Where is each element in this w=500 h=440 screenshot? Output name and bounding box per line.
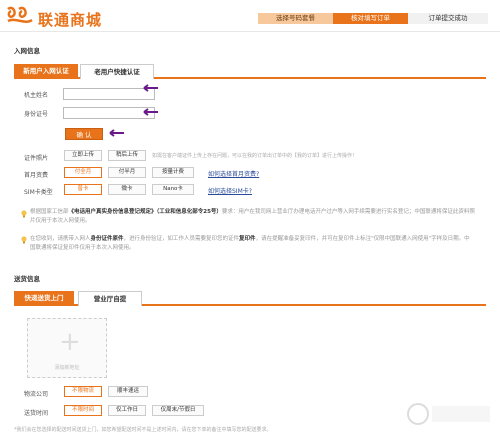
notice-highlight: 复印件 [239, 236, 256, 242]
network-section-title: 入网信息 [14, 47, 40, 55]
arrow-pointer-icon [143, 84, 158, 92]
notice-text: 根据国家工信部 [30, 209, 69, 215]
photo-hint: 如需在客户端证件上传上存在问题，可以在我的订单出订单中的【我的订单】进行上传操作… [152, 153, 358, 159]
upload-later-button[interactable]: 稍后上传 [108, 150, 146, 161]
notice-text: ，进行身份验证，如工作人员需要复印您的证件 [123, 236, 240, 242]
order-steps: 选择号码套餐 核对填写订单 订单提交成功 [258, 13, 488, 24]
workdays-option[interactable]: 仅工作日 [108, 405, 146, 416]
tab-home-delivery[interactable]: 快递送货上门 [14, 291, 74, 306]
lightbulb-icon [21, 210, 27, 218]
notice-text: 在您收到，请携带入网人 [30, 236, 91, 242]
upload-now-button[interactable]: 立即上传 [64, 150, 102, 161]
delivery-section-title: 送货信息 [14, 275, 40, 283]
first-month-label: 首月资费 [24, 172, 49, 179]
network-tabbar: 新用户入网认证 老用户快捷认证 [14, 64, 486, 79]
owner-name-label: 机主姓名 [24, 92, 49, 99]
tab-new-user[interactable]: 新用户入网认证 [14, 64, 78, 79]
pay-per-use-option[interactable]: 按量计费 [152, 167, 194, 178]
arrow-pointer-icon [143, 108, 158, 116]
sim-nano-option[interactable]: Nano卡 [152, 184, 194, 195]
sim-micro-option[interactable]: 微卡 [108, 184, 146, 195]
notice-id-original: 在您收到，请携带入网人身份证件原件，进行身份验证，如工作人员需要复印您的证件复印… [30, 235, 475, 253]
notice-real-name: 根据国家工信部《电话用户真实身份信息登记规定》（工业和信息化部令25号）要求：用… [30, 208, 475, 226]
plus-icon: + [59, 327, 81, 357]
sf-express-option[interactable]: 顺丰速运 [108, 386, 148, 397]
tab-existing-user[interactable]: 老用户快捷认证 [80, 64, 154, 79]
delivery-time-label: 送货时间 [24, 410, 49, 417]
watermark-logo-icon [407, 403, 490, 425]
header: 联通商城 选择号码套餐 核对填写订单 订单提交成功 [0, 0, 500, 32]
step-3: 订单提交成功 [408, 13, 488, 24]
add-address-box[interactable]: + 添加新地址 [27, 318, 107, 378]
delivery-note: *我们会在您选择的配送时间送货上门，如您希望配送时间不是上述时间内，请在您下单的… [14, 427, 272, 433]
arrow-pointer-icon [109, 129, 124, 137]
any-time-option[interactable]: 不限时间 [64, 405, 102, 416]
weekends-option[interactable]: 仅周末/节假日 [152, 405, 204, 416]
id-number-label: 身份证号 [24, 111, 49, 118]
logistics-label: 物流公司 [24, 391, 49, 398]
lightbulb-icon [21, 236, 27, 244]
photo-label: 证件照片 [24, 155, 49, 162]
logo-text[interactable]: 联通商城 [38, 9, 102, 30]
notice-highlight: 《电话用户真实身份信息登记规定》（工业和信息化部令25号） [68, 209, 222, 215]
confirm-button[interactable]: 确 认 [65, 128, 103, 140]
unicom-logo-icon[interactable] [5, 5, 35, 27]
pay-full-month-option[interactable]: 付全月 [64, 167, 102, 178]
step-1: 选择号码套餐 [258, 13, 333, 24]
sim-standard-option[interactable]: 普卡 [64, 184, 102, 195]
add-address-caption: 添加新地址 [54, 365, 80, 371]
pay-half-month-option[interactable]: 付半月 [108, 167, 146, 178]
any-logistics-option[interactable]: 不限物流 [64, 386, 102, 397]
tab-store-pickup[interactable]: 营业厅自提 [78, 291, 142, 306]
step-2-current: 核对填写订单 [333, 13, 408, 24]
first-month-help-link[interactable]: 如何选择首月资费? [208, 169, 259, 178]
notice-highlight: 身份证件原件 [90, 236, 124, 242]
delivery-tabbar: 快递送货上门 营业厅自提 [14, 291, 486, 306]
sim-help-link[interactable]: 如何选择SIM卡? [208, 186, 252, 195]
sim-type-label: SIM卡类型 [24, 189, 53, 196]
